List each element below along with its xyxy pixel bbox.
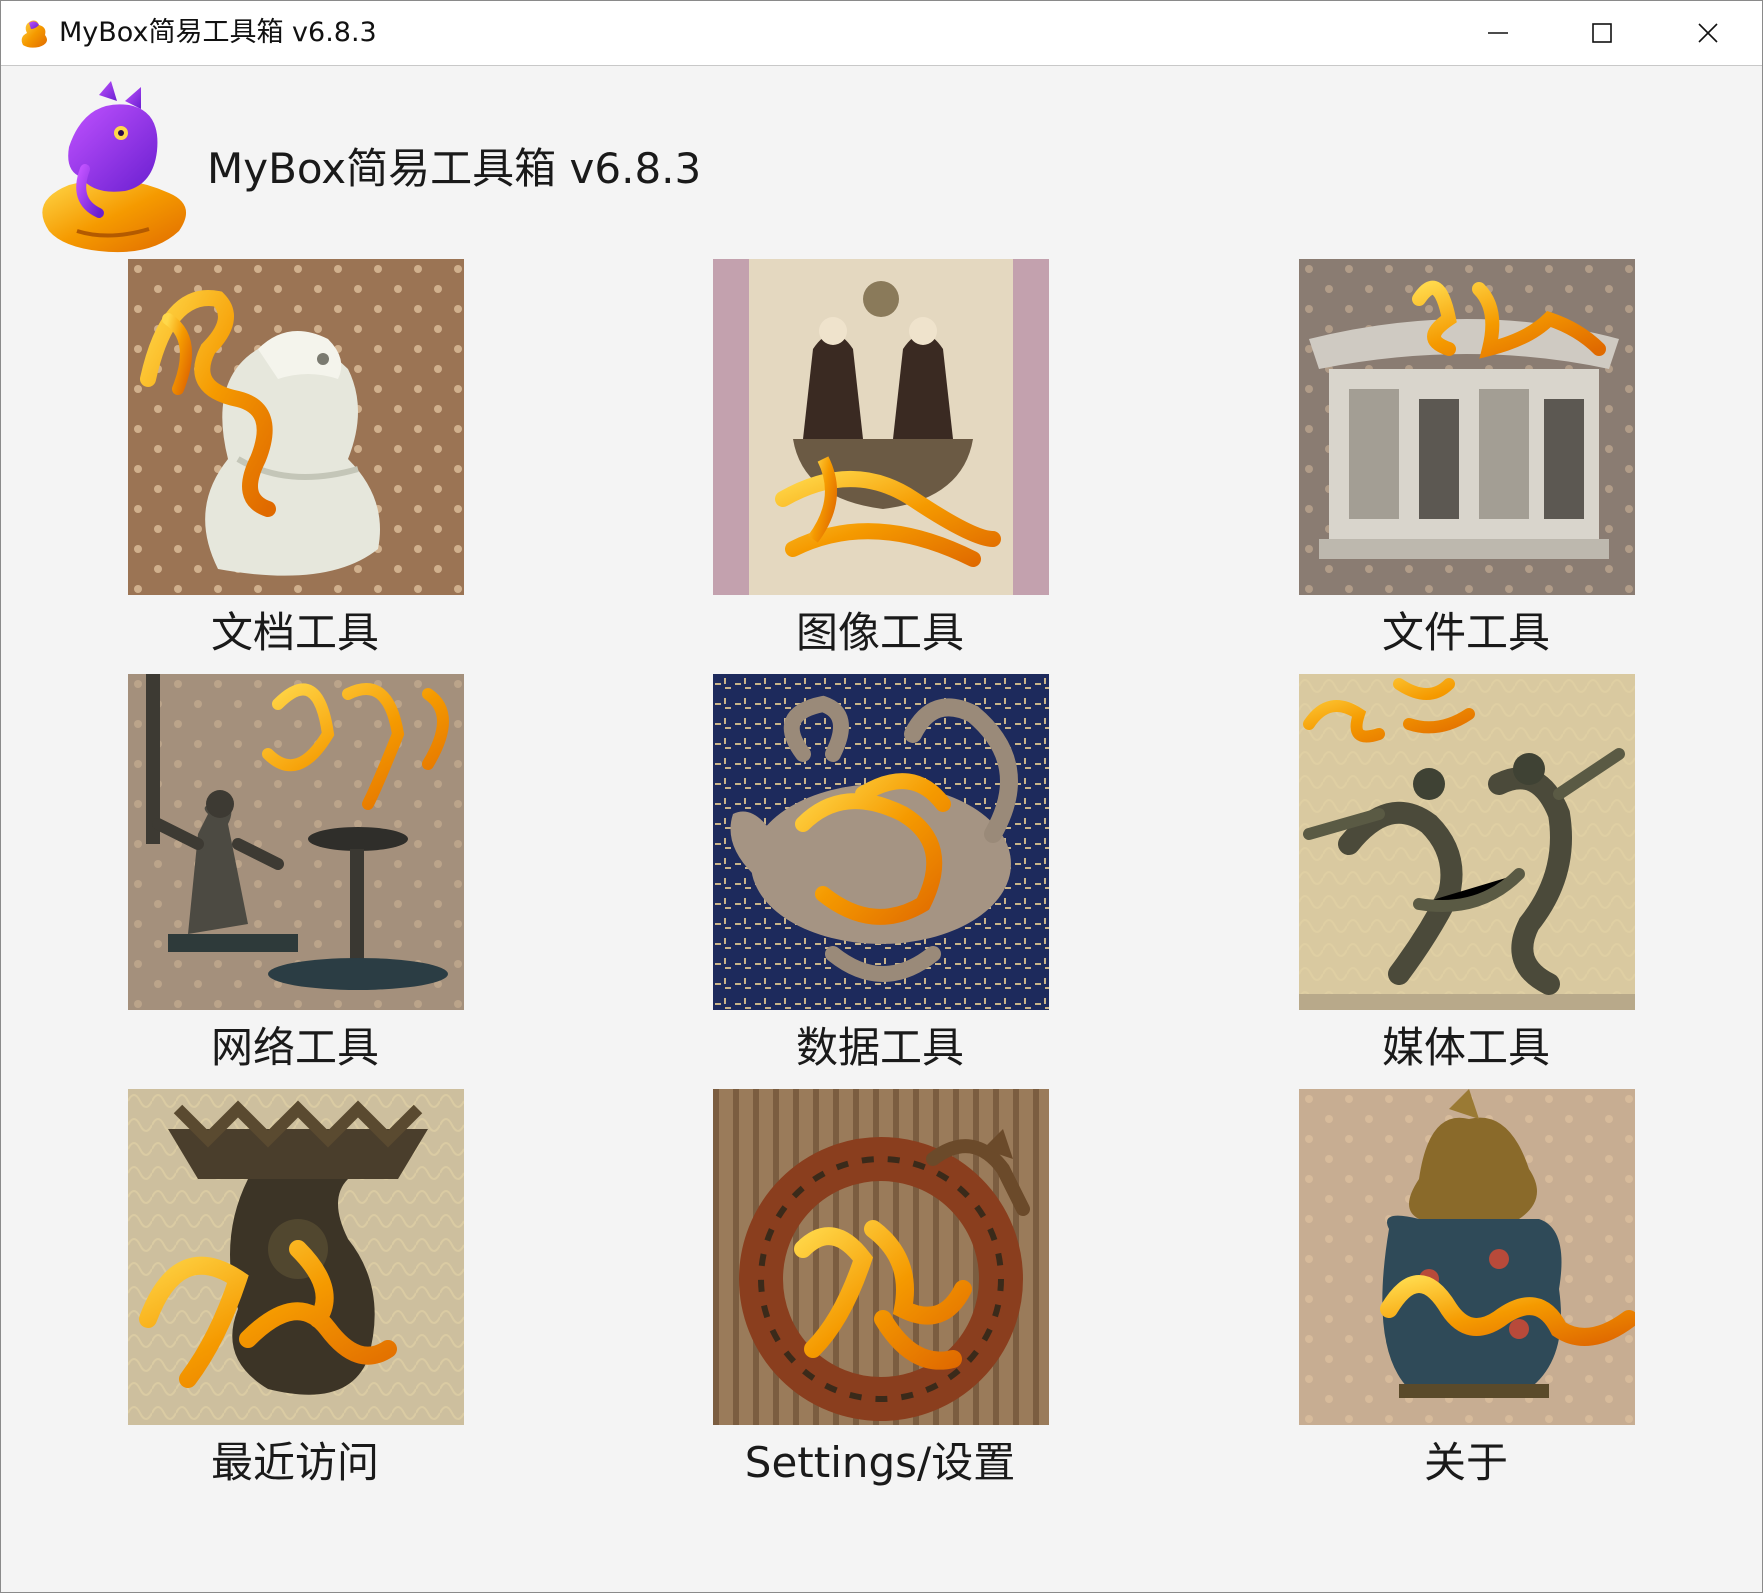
bronze-dancers-icon xyxy=(1299,674,1635,1010)
minimize-icon xyxy=(1488,32,1508,34)
tile-recent-access[interactable]: 最近访问 xyxy=(125,1089,465,1499)
jade-bird-icon xyxy=(128,259,464,595)
title-bar[interactable]: MyBox简易工具箱 v6.8.3 xyxy=(1,1,1762,66)
tile-network-tools[interactable]: 网络工具 xyxy=(125,674,465,1084)
tile-about[interactable]: 关于 xyxy=(1296,1089,1636,1499)
close-button[interactable] xyxy=(1656,1,1760,65)
dragon-logo-icon xyxy=(29,81,205,257)
cloisonne-beast-icon xyxy=(1299,1089,1635,1425)
tile-label: 图像工具 xyxy=(795,608,964,657)
bronze-censer-icon xyxy=(128,1089,464,1425)
tile-settings[interactable]: Settings/设置 xyxy=(710,1089,1050,1499)
tile-label: 媒体工具 xyxy=(1381,1023,1550,1072)
porcelain-house-icon xyxy=(1299,259,1635,595)
tile-label: 文件工具 xyxy=(1381,608,1550,657)
app-logo-icon xyxy=(17,15,53,51)
tile-label: Settings/设置 xyxy=(744,1438,1016,1487)
tile-label: 关于 xyxy=(1423,1438,1508,1487)
maximize-icon xyxy=(1592,23,1612,43)
header-title: MyBox简易工具箱 v6.8.3 xyxy=(207,144,702,193)
tile-label: 网络工具 xyxy=(210,1023,379,1072)
app-window: MyBox简易工具箱 v6.8.3 MyBox简易工具箱 v6.8.3 文档工具… xyxy=(0,0,1763,1593)
tile-media-tools[interactable]: 媒体工具 xyxy=(1296,674,1636,1084)
tile-file-tools[interactable]: 文件工具 xyxy=(1296,259,1636,669)
silk-painting-icon xyxy=(713,259,1049,595)
tortoise-snake-icon xyxy=(713,674,1049,1010)
bronze-lamp-figure-icon xyxy=(128,674,464,1010)
coiled-dragon-icon xyxy=(713,1089,1049,1425)
maximize-button[interactable] xyxy=(1550,1,1654,65)
tile-label: 文档工具 xyxy=(210,608,379,657)
tile-label: 数据工具 xyxy=(795,1023,964,1072)
tile-image-tools[interactable]: 图像工具 xyxy=(710,259,1050,669)
tile-data-tools[interactable]: 数据工具 xyxy=(710,674,1050,1084)
minimize-button[interactable] xyxy=(1446,1,1550,65)
close-icon xyxy=(1698,23,1718,43)
tile-label: 最近访问 xyxy=(210,1438,379,1487)
tile-document-tools[interactable]: 文档工具 xyxy=(125,259,465,669)
window-title: MyBox简易工具箱 v6.8.3 xyxy=(59,17,377,48)
